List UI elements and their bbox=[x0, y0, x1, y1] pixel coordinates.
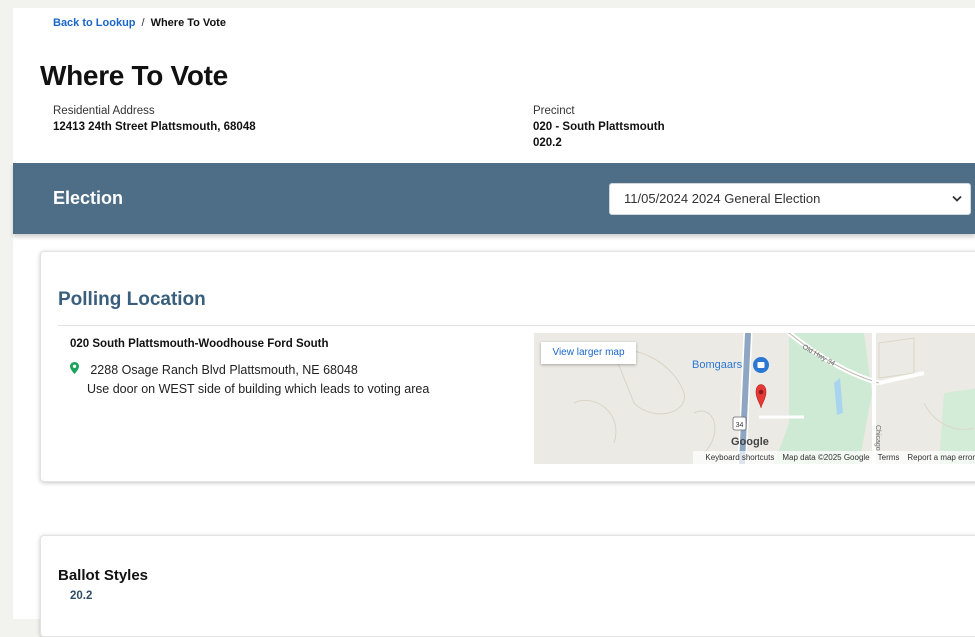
ballot-styles-card: Ballot Styles 20.2 bbox=[40, 535, 975, 637]
map-place-label: Bomgaars bbox=[692, 359, 743, 371]
precinct-label: Precinct bbox=[533, 105, 575, 117]
keyboard-shortcuts-link[interactable]: Keyboard shortcuts bbox=[705, 453, 774, 462]
breadcrumb-current: Where To Vote bbox=[150, 17, 226, 29]
google-logo: Google bbox=[731, 436, 769, 448]
page-content: Back to Lookup / Where To Vote Where To Vo… bbox=[13, 8, 975, 637]
map-attribution: Keyboard shortcuts Map data ©2025 Google T… bbox=[693, 451, 975, 464]
divider bbox=[58, 325, 975, 326]
polling-address-text: 2288 Osage Ranch Blvd Plattsmouth, NE 68… bbox=[90, 363, 358, 377]
map-route-shield: 34 bbox=[736, 422, 744, 429]
polling-location-address: 2288 Osage Ranch Blvd Plattsmouth, NE 68… bbox=[70, 362, 358, 377]
terms-link[interactable]: Terms bbox=[878, 453, 900, 462]
polling-location-card: Polling Location 020 South Plattsmouth-W… bbox=[40, 251, 975, 482]
polling-location-note: Use door on WEST side of building which … bbox=[87, 382, 430, 396]
breadcrumb-separator: / bbox=[141, 17, 145, 29]
election-select-value: 11/05/2024 2024 General Election bbox=[624, 191, 821, 206]
polling-location-name: 020 South Plattsmouth-Woodhouse Ford Sou… bbox=[70, 338, 329, 350]
precinct-code: 020.2 bbox=[533, 137, 562, 149]
view-larger-map-button[interactable]: View larger map bbox=[541, 342, 636, 364]
map-road-label-2: Chicago bbox=[874, 425, 881, 451]
election-bar: Election 11/05/2024 2024 General Electio… bbox=[13, 163, 975, 234]
residential-address: Residential Address 12413 24th Street Pl… bbox=[53, 103, 256, 135]
report-map-error-link[interactable]: Report a map error bbox=[907, 453, 975, 462]
precinct-name: 020 - South Plattsmouth bbox=[533, 121, 665, 133]
page-title: Where To Vote bbox=[40, 60, 228, 91]
map-data-text: Map data ©2025 Google bbox=[782, 453, 870, 462]
residential-address-label: Residential Address bbox=[53, 105, 155, 117]
election-select[interactable]: 11/05/2024 2024 General Election bbox=[609, 183, 971, 215]
location-map[interactable]: 34 Old Hwy 34 Chicago Bomgaars Google Vi… bbox=[534, 333, 975, 464]
ballot-styles-title: Ballot Styles bbox=[58, 567, 149, 584]
map-pin-icon bbox=[70, 362, 82, 377]
election-title: Election bbox=[53, 188, 124, 208]
polling-location-title: Polling Location bbox=[58, 289, 206, 310]
ballot-style-item: 20.2 bbox=[70, 590, 93, 602]
precinct-info: Precinct 020 - South Plattsmouth 020.2 bbox=[533, 103, 665, 151]
chevron-down-icon bbox=[952, 184, 962, 226]
breadcrumb: Back to Lookup / Where To Vote bbox=[53, 17, 226, 29]
back-to-lookup-link[interactable]: Back to Lookup bbox=[53, 17, 136, 29]
residential-address-value: 12413 24th Street Plattsmouth, 68048 bbox=[53, 121, 256, 133]
